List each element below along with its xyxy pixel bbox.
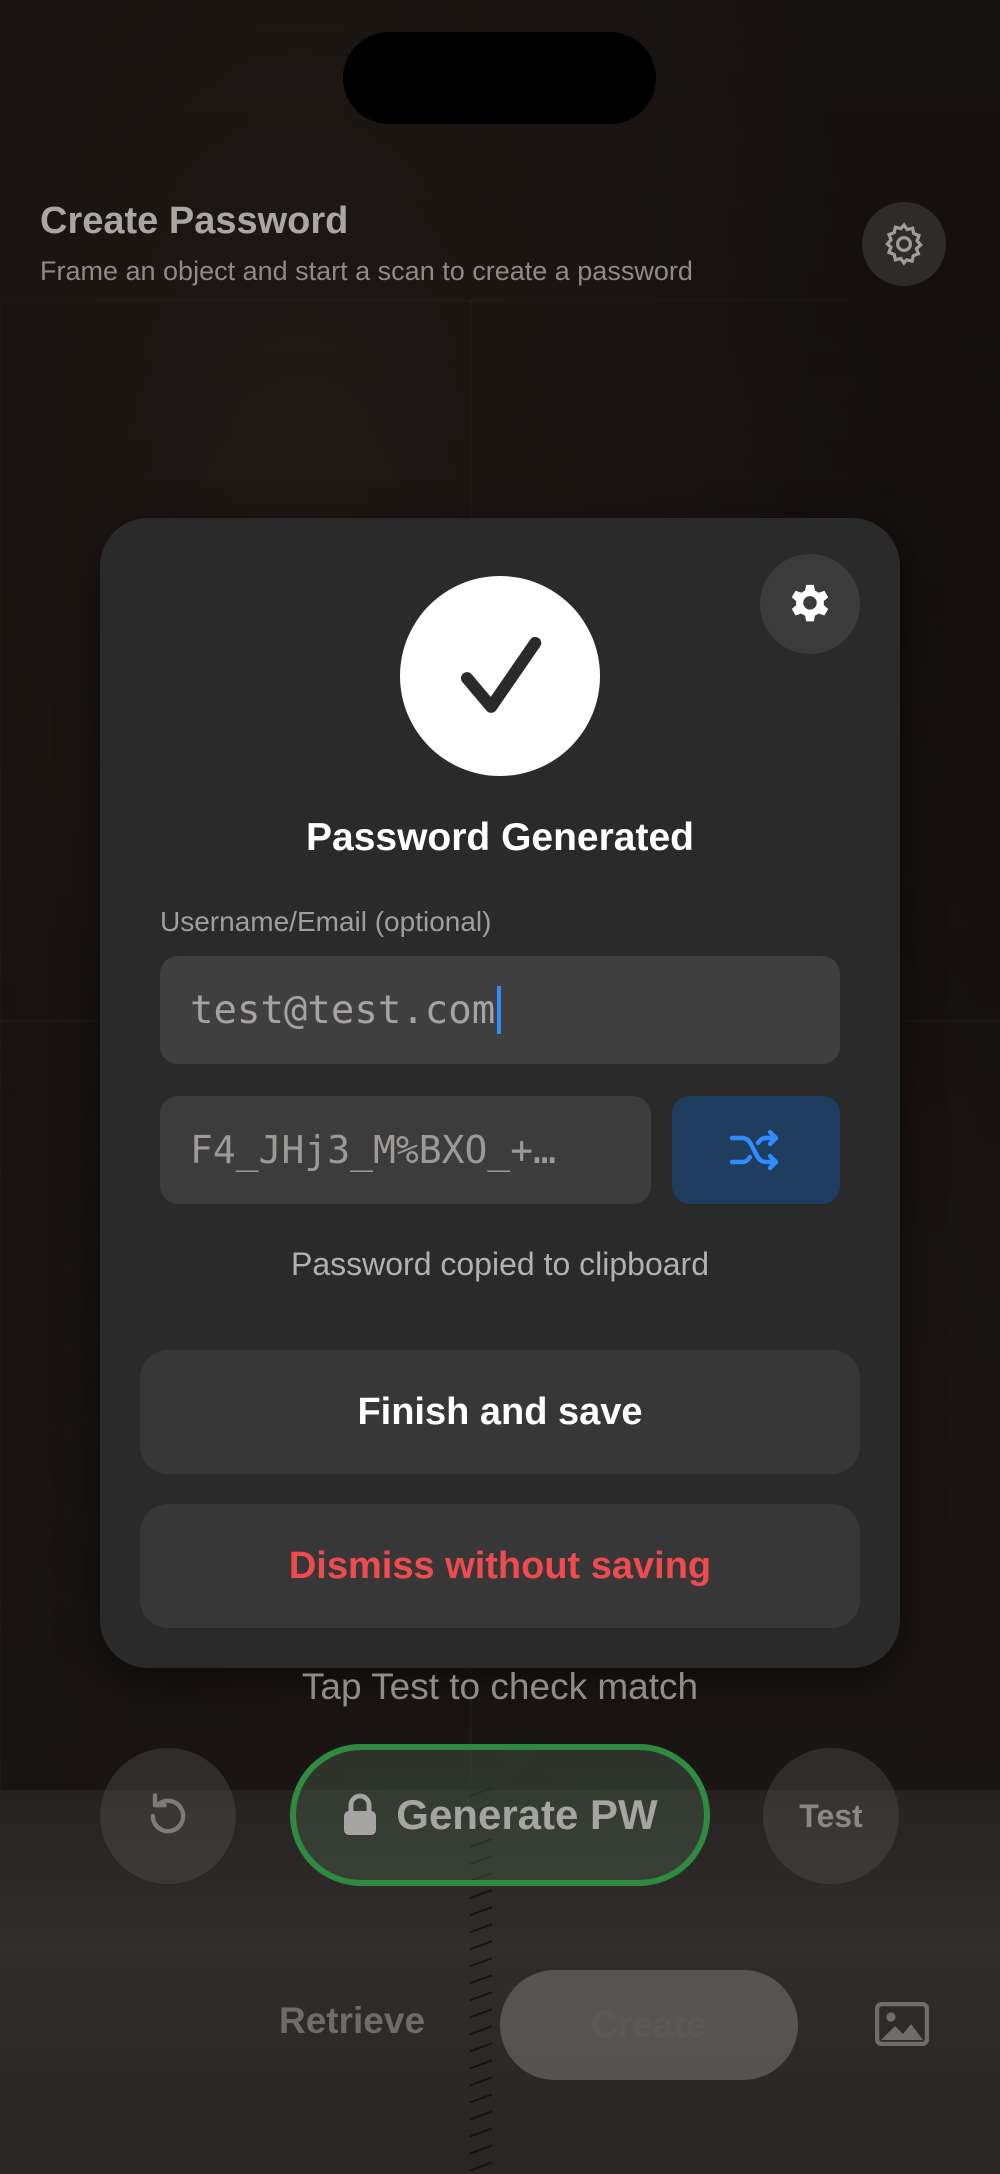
password-value: F4_JHj3_M%BXO_+… xyxy=(190,1128,557,1172)
username-label: Username/Email (optional) xyxy=(160,906,492,937)
regenerate-password-button[interactable] xyxy=(672,1096,840,1204)
settings-button[interactable] xyxy=(862,202,946,286)
gear-icon xyxy=(791,584,829,622)
shuffle-icon xyxy=(730,1130,779,1170)
dialog-title: Password Generated xyxy=(306,816,694,859)
photo-library-button[interactable] xyxy=(872,2000,932,2048)
username-email-field[interactable]: test@test.com xyxy=(160,956,840,1064)
mode-create-label: Create xyxy=(591,2004,707,2045)
text-caret xyxy=(497,986,502,1034)
tap-test-hint: Tap Test to check match xyxy=(301,1666,699,1707)
dialog-settings-button[interactable] xyxy=(760,554,860,654)
test-label: Test xyxy=(799,1797,863,1834)
checkmark-icon xyxy=(460,636,542,713)
page-subtitle: Frame an object and start a scan to crea… xyxy=(40,256,693,286)
mode-create-tab[interactable]: Create xyxy=(500,1970,798,2080)
gear-icon xyxy=(885,222,923,266)
generate-pw-label: Generate PW xyxy=(396,1791,658,1838)
success-badge xyxy=(400,576,600,776)
copied-note: Password copied to clipboard xyxy=(290,1246,709,1282)
password-generated-dialog: Password Generated Username/Email (optio… xyxy=(100,518,900,1668)
lock-icon xyxy=(344,1793,377,1835)
finish-and-save-button[interactable]: Finish and save xyxy=(140,1350,860,1474)
test-button[interactable]: Test xyxy=(763,1748,899,1884)
dismiss-without-saving-button[interactable]: Dismiss without saving xyxy=(140,1504,860,1628)
username-email-value: test@test.com xyxy=(190,987,496,1033)
page-title: Create Password xyxy=(40,200,349,242)
generate-pw-button[interactable]: Generate PW xyxy=(290,1744,710,1886)
password-field[interactable]: F4_JHj3_M%BXO_+… xyxy=(160,1096,651,1204)
photo-icon xyxy=(875,2002,929,2046)
mode-retrieve-tab[interactable]: Retrieve xyxy=(252,2000,452,2042)
reset-button[interactable] xyxy=(100,1748,236,1884)
dynamic-island xyxy=(343,32,656,124)
reset-icon xyxy=(150,1793,186,1834)
